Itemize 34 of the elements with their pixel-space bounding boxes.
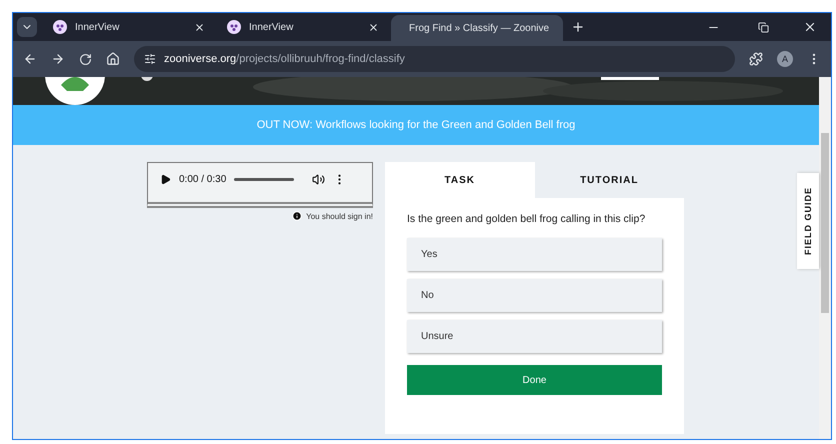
info-icon	[292, 211, 302, 221]
site-settings-icon[interactable]	[144, 53, 156, 65]
close-icon[interactable]	[194, 22, 205, 32]
site-icon	[227, 20, 241, 34]
task-tab[interactable]: TUTORIAL	[534, 162, 684, 198]
answer-option[interactable]: Unsure	[407, 320, 662, 353]
close-icon[interactable]	[803, 20, 817, 34]
home-icon[interactable]	[106, 52, 120, 66]
volume-icon[interactable]	[312, 173, 326, 186]
announcement-banner: OUT NOW: Workflows looking for the Green and Golden Bell frog	[13, 105, 819, 145]
tab-search-button[interactable]	[17, 17, 37, 37]
close-icon[interactable]	[368, 22, 379, 32]
question-text: Is the green and golden bell frog calling in this clip?	[407, 212, 646, 227]
extensions-icon[interactable]	[749, 52, 763, 66]
restore-icon[interactable]	[758, 22, 769, 33]
answer-option[interactable]: Yes	[407, 238, 662, 271]
forward-icon[interactable]	[51, 52, 65, 66]
browser-tab[interactable]: InnerView	[217, 15, 389, 39]
profile-avatar[interactable]: A	[777, 51, 793, 67]
sign-in-note: You should sign in!	[292, 211, 373, 221]
reload-icon[interactable]	[79, 52, 92, 66]
done-button[interactable]: Done	[407, 365, 662, 395]
back-icon[interactable]	[23, 52, 37, 66]
new-tab-icon[interactable]	[571, 20, 585, 34]
scrollbar-thumb[interactable]	[821, 133, 829, 313]
site-icon	[53, 20, 67, 34]
browser-tab[interactable]: Frog Find » Classify — Zoonive	[391, 15, 563, 41]
address-bar[interactable]: zooniverse.org/projects/ollibruuh/frog-find/classify	[134, 46, 735, 72]
answer-option[interactable]: No	[407, 279, 662, 312]
field-guide-tab[interactable]: FIELD GUIDE	[797, 173, 819, 269]
play-icon[interactable]	[160, 174, 171, 185]
audio-player[interactable]: 0:00 / 0:30	[147, 162, 373, 208]
url-text: zooniverse.org/projects/ollibruuh/frog-find/classify	[164, 53, 405, 65]
browser-tab[interactable]: InnerView	[43, 15, 215, 39]
